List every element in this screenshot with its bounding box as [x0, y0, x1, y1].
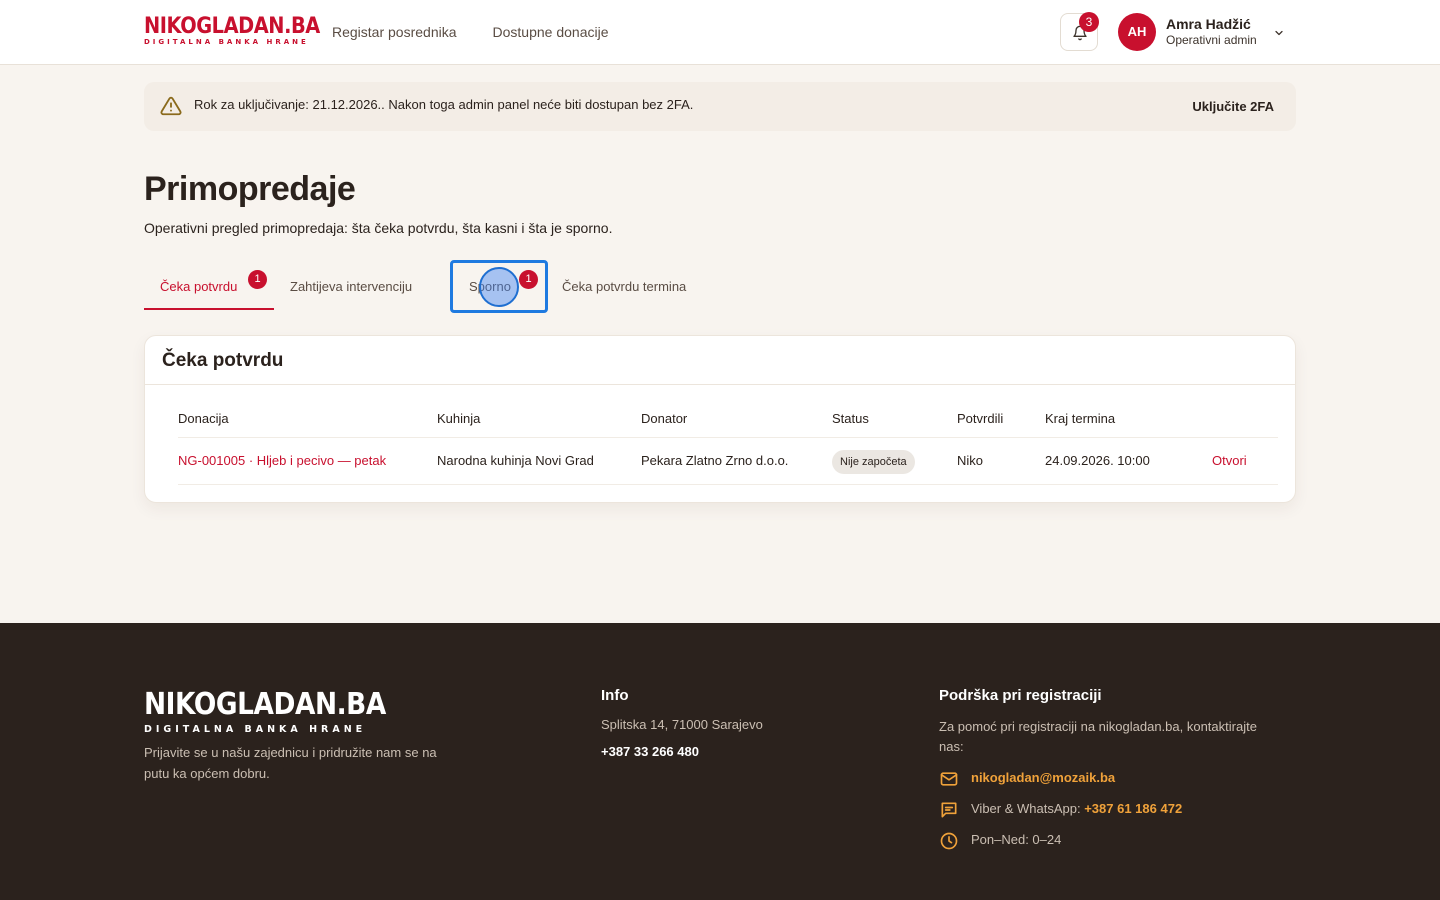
- footer-hours: Pon–Ned: 0–24: [971, 832, 1062, 847]
- tab-label: Zahtijeva intervenciju: [290, 279, 413, 294]
- footer-logo[interactable]: NIKOGLADAN.BA DIGITALNA BANKA HRANE: [144, 687, 419, 735]
- column-header[interactable]: Potvrdili: [957, 411, 1003, 426]
- logo-text-red: NIKO: [144, 14, 197, 39]
- logo-text: GLADAN.BA: [215, 687, 386, 722]
- user-role: Operativni admin: [1166, 33, 1257, 47]
- nav-dostupne-donacije[interactable]: Dostupne donacije: [493, 24, 609, 40]
- avatar[interactable]: AH: [1118, 13, 1156, 51]
- status-badge: Nije započeta: [832, 450, 915, 474]
- warning-icon: [160, 96, 182, 116]
- brand-logo[interactable]: NIKOGLADAN.BA DIGITALNA BANKA HRANE: [144, 16, 344, 46]
- tab-label: Čeka potvrdu termina: [562, 279, 687, 294]
- tab-badge: 1: [248, 270, 267, 289]
- divider: [178, 484, 1278, 485]
- footer-support-heading: Podrška pri registraciji: [939, 687, 1102, 704]
- column-header[interactable]: Kuhinja: [437, 411, 480, 426]
- alert-message: Rok za uključivanje: 21.12.2026.. Nakon …: [194, 97, 694, 112]
- donor-cell: Pekara Zlatno Zrno d.o.o.: [641, 453, 789, 468]
- tab-ceka-potvrdu-termina[interactable]: Čeka potvrdu termina: [546, 262, 712, 310]
- notifications-count-badge: 3: [1079, 12, 1099, 32]
- user-name[interactable]: Amra Hadžić: [1166, 16, 1251, 32]
- logo-tagline: DIGITALNA BANKA HRANE: [144, 724, 367, 735]
- footer-viber-link[interactable]: +387 61 186 472: [1084, 801, 1182, 816]
- footer-description: Prijavite se u našu zajednicu i pridruži…: [144, 745, 437, 781]
- column-header[interactable]: Status: [832, 411, 869, 426]
- twofa-alert: Rok za uključivanje: 21.12.2026.. Nakon …: [144, 82, 1296, 131]
- open-button[interactable]: Otvori: [1212, 453, 1247, 468]
- logo-text: NIKO: [144, 687, 216, 722]
- column-header[interactable]: Donacija: [178, 411, 229, 426]
- confirmed-by-cell: Niko: [957, 453, 984, 468]
- page-title: Primopredaje: [144, 170, 356, 208]
- footer-phone[interactable]: +387 33 266 480: [601, 744, 699, 759]
- footer-email-link[interactable]: nikogladan@mozaik.ba: [971, 770, 1115, 785]
- enable-2fa-button[interactable]: Uključite 2FA: [1192, 99, 1274, 114]
- chat-icon: [941, 802, 957, 818]
- click-indicator: [479, 267, 519, 307]
- tab-label: Čeka potvrdu: [160, 279, 238, 294]
- footer-support-text: Za pomoć pri registraciji na nikogladan.…: [939, 719, 1257, 754]
- kitchen-cell: Narodna kuhinja Novi Grad: [437, 453, 594, 468]
- logo-text: GLADAN.BA: [196, 14, 320, 39]
- footer-viber-label: Viber & WhatsApp:: [971, 801, 1085, 816]
- handover-card: Čeka potvrdu Donacija Kuhinja Donator St…: [144, 335, 1296, 503]
- page-subtitle: Operativni pregled primopredaja: šta ček…: [144, 220, 613, 236]
- end-time-cell: 24.09.2026. 10:00: [1045, 453, 1150, 468]
- card-title: Čeka potvrdu: [162, 350, 284, 371]
- footer-address: Splitska 14, 71000 Sarajevo: [601, 717, 763, 732]
- clock-icon: [940, 832, 958, 850]
- donation-link[interactable]: NG-001005 · Hljeb i pecivo — petak: [178, 453, 386, 468]
- mail-icon: [940, 772, 958, 786]
- tab-zahtijeva-intervenciju[interactable]: Zahtijeva intervenciju: [274, 262, 438, 310]
- footer-info-heading: Info: [601, 687, 629, 704]
- column-header[interactable]: Kraj termina: [1045, 411, 1115, 426]
- divider: [145, 384, 1295, 385]
- divider: [178, 437, 1278, 438]
- footer: NIKOGLADAN.BA DIGITALNA BANKA HRANE Prij…: [0, 623, 1440, 900]
- top-header: NIKOGLADAN.BA DIGITALNA BANKA HRANE Regi…: [0, 0, 1440, 65]
- logo-tagline: DIGITALNA BANKA HRANE: [144, 38, 309, 46]
- chevron-down-icon[interactable]: [1273, 27, 1285, 39]
- main-nav: Registar posrednika Dostupne donacije: [332, 24, 609, 40]
- column-header[interactable]: Donator: [641, 411, 687, 426]
- nav-registar-posrednika[interactable]: Registar posrednika: [332, 24, 457, 40]
